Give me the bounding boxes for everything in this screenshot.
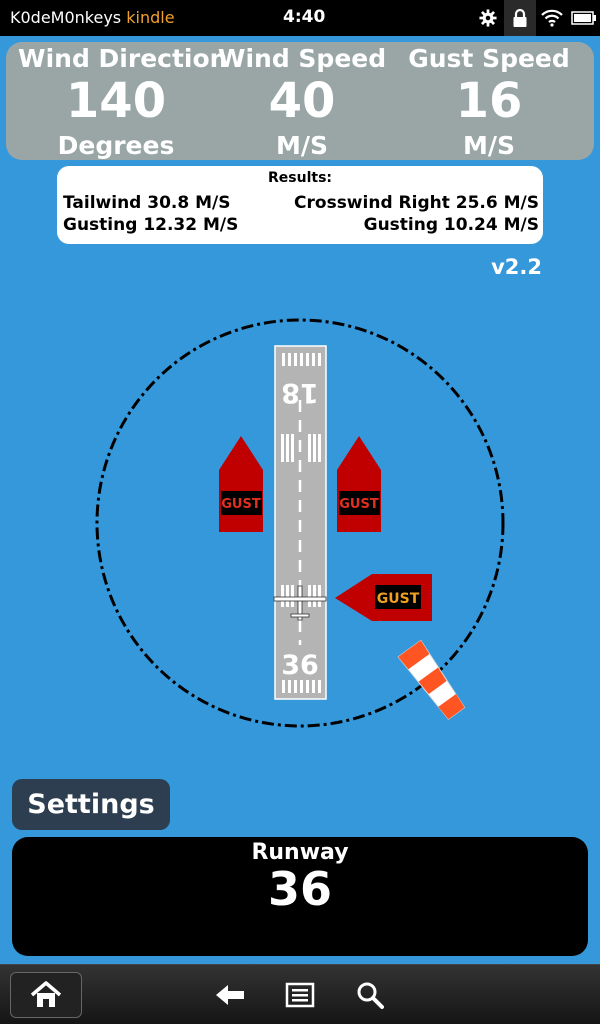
nav-bar [0,964,600,1024]
results-panel: Results: Tailwind 30.8 M/S Gusting 12.32… [57,166,543,244]
tailwind-gusting-result: Gusting 12.32 M/S [63,215,239,235]
search-icon [357,982,384,1009]
wifi-icon[interactable] [536,0,568,36]
runway-selector[interactable]: Runway 36 [12,837,588,956]
back-button[interactable] [208,973,252,1017]
wind-direction-unit: Degrees [57,131,175,160]
status-time: 4:40 [283,7,326,27]
tailwind-gust-arrow-left: GUST [219,436,263,532]
back-icon [216,985,244,1005]
wind-speed-unit: M/S [275,131,328,160]
wind-direction-value: 140 [65,73,167,129]
battery-icon[interactable] [568,0,600,36]
wind-panel: Wind Direction 140 Degrees Wind Speed 40… [6,42,594,160]
settings-button[interactable]: Settings [12,779,170,830]
gust-speed-label: Gust Speed [408,44,570,73]
wind-speed-label: Wind Speed [217,44,387,73]
runway-strip: 18 36 [274,345,327,700]
search-button[interactable] [348,973,392,1017]
crosswind-gusting-result: Gusting 10.24 M/S [363,215,539,235]
crosswind-result: Crosswind Right 25.6 M/S [294,193,539,213]
wind-diagram: 18 36 GUST GUST GUST [95,318,505,728]
gust-speed-unit: M/S [462,131,515,160]
home-button[interactable] [10,972,82,1018]
results-title: Results: [268,170,332,186]
wind-direction-label: Wind Direction [18,44,228,73]
status-brand: K0deM0nkeys kindle [10,8,175,27]
menu-icon [285,982,315,1008]
wind-speed-value: 40 [268,73,336,129]
gust-speed-value: 16 [455,73,523,129]
gear-icon[interactable] [472,0,504,36]
wind-direction-field[interactable]: Wind Direction 140 Degrees [18,42,228,160]
menu-button[interactable] [278,973,322,1017]
runway-top-number: 18 [281,377,319,408]
runway-bottom-number: 36 [281,650,319,681]
status-bar: K0deM0nkeys kindle 4:40 [0,0,600,36]
version-label: v2.2 [491,255,542,279]
brand-prefix: K0deM0nkeys [10,8,122,27]
runway-value: 36 [267,862,332,916]
home-icon [30,981,62,1007]
wind-speed-field[interactable]: Wind Speed 40 M/S [204,42,400,160]
crosswind-gust-arrow: GUST [335,574,432,621]
tailwind-gust-arrow-right: GUST [337,436,381,532]
tailwind-result: Tailwind 30.8 M/S [63,193,231,213]
gust-label-left: GUST [221,497,261,512]
gust-label-right: GUST [339,497,379,512]
brand-kindle: kindle [126,8,175,27]
lock-icon[interactable] [504,0,536,36]
gust-speed-field[interactable]: Gust Speed 16 M/S [391,42,587,160]
gust-label-cross: GUST [377,591,420,607]
